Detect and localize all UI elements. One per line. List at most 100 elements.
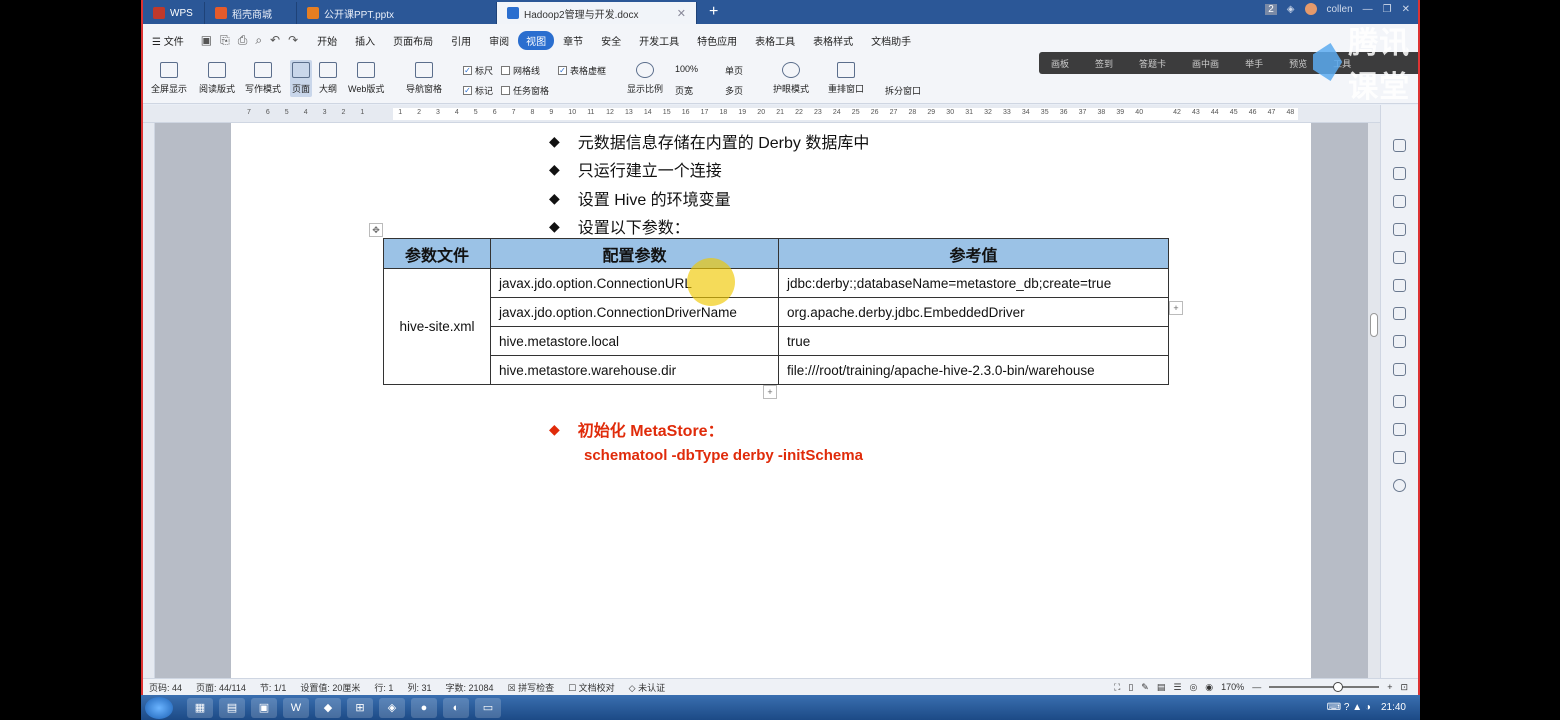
restore-icon[interactable]: ❐ (1383, 4, 1392, 15)
close-tab-icon[interactable]: ✕ (677, 7, 686, 20)
table-cell-param[interactable]: javax.jdo.option.ConnectionDriverName (490, 297, 779, 327)
fullscreen-button[interactable]: 全屏显示 (151, 62, 187, 95)
table-cell-param[interactable]: hive.metastore.local (490, 326, 779, 356)
minimize-icon[interactable]: — (1363, 4, 1373, 15)
preview-tool[interactable]: 预览 (1289, 57, 1307, 70)
file-menu[interactable]: ☰ 文件 (143, 33, 193, 48)
star-icon[interactable] (1393, 279, 1406, 292)
export-icon[interactable]: ⎘ (220, 33, 230, 48)
page-view-button[interactable]: 页面 (290, 60, 313, 97)
multi-page-button[interactable]: 多页 (725, 84, 743, 97)
skin-icon[interactable]: ◈ (1287, 4, 1295, 15)
pip-tool[interactable]: 画中画 (1192, 57, 1219, 70)
taskbar-app-icon[interactable]: ▣ (251, 697, 277, 718)
table-move-handle[interactable]: ✥ (369, 223, 383, 237)
menu-special[interactable]: 特色应用 (688, 33, 746, 48)
shapes-icon[interactable] (1393, 195, 1406, 208)
table-cell-value[interactable]: file:///root/training/apache-hive-2.3.0-… (778, 355, 1169, 385)
tray-icons[interactable]: ⌨ ? ▲ ◑ (1327, 702, 1371, 713)
single-page-button[interactable]: 单页 (725, 64, 743, 77)
menu-chapter[interactable]: 章节 (554, 33, 592, 48)
markup-checkbox[interactable]: ✓ 标记 (463, 84, 493, 97)
fullscreen-icon[interactable]: ⛶ (1114, 682, 1120, 693)
menu-view[interactable]: 视图 (518, 30, 555, 50)
print-icon[interactable]: ⎙ (238, 33, 248, 48)
fit-page-icon[interactable]: ⊡ (1400, 682, 1408, 693)
menu-dev-tools[interactable]: 开发工具 (630, 33, 688, 48)
taskbar-network-icon[interactable]: ⊞ (347, 697, 373, 718)
taskbar-tool-icon[interactable]: ◆ (315, 697, 341, 718)
menu-security[interactable]: 安全 (592, 33, 630, 48)
zoom-slider[interactable] (1269, 682, 1380, 692)
add-row-handle[interactable]: + (763, 385, 777, 399)
image-icon[interactable] (1393, 395, 1406, 408)
taskbar-wps-icon[interactable]: W (283, 697, 309, 718)
horizontal-ruler[interactable]: 7 6 5 4 3 2 1 1 2 3 4 5 6 7 8 9 10 11 12 13 14 15 16 17 18 19 20 21… (143, 105, 1418, 123)
outline-button[interactable]: 大纲 (319, 62, 337, 95)
table-cell-value[interactable]: jdbc:derby:;databaseName=metastore_db;cr… (778, 268, 1169, 298)
avatar[interactable] (1304, 3, 1317, 15)
taskbar-firefox-icon[interactable]: ◐ (443, 697, 469, 718)
add-column-handle[interactable]: + (1169, 301, 1183, 315)
menu-home[interactable]: 开始 (308, 33, 346, 48)
tab-ppt[interactable]: 公开课PPT.pptx (297, 2, 497, 24)
clipboard-icon[interactable] (1393, 251, 1406, 264)
menu-references[interactable]: 引用 (442, 33, 480, 48)
outline-view-icon[interactable]: ☰ (1173, 682, 1181, 693)
table-cell-file[interactable]: hive-site.xml (383, 268, 491, 385)
write-mode-button[interactable]: 写作模式 (245, 62, 281, 95)
user-name[interactable]: collen (1327, 4, 1353, 15)
arrange-windows-button[interactable]: 重排窗口 (828, 62, 864, 95)
status-word-count[interactable]: 字数: 21084 (445, 681, 493, 694)
nav-pane-button[interactable]: 导航窗格 (406, 62, 442, 95)
menu-doc-assistant[interactable]: 文档助手 (862, 33, 920, 48)
spell-check-button[interactable]: ☒ 拼写检查 (507, 681, 554, 694)
menu-table-tools[interactable]: 表格工具 (746, 33, 804, 48)
save-icon[interactable]: ▣ (201, 33, 212, 48)
zoom-out-icon[interactable]: — (1252, 682, 1261, 692)
zoom-level[interactable]: 170% (1221, 682, 1244, 692)
whiteboard-tool[interactable]: 画板 (1051, 57, 1069, 70)
zoom-in-icon[interactable]: + (1387, 682, 1392, 692)
undo-icon[interactable]: ↶ (270, 33, 280, 48)
page-width-button[interactable]: 页宽 (675, 84, 693, 97)
vertical-scrollbar[interactable] (1368, 123, 1380, 678)
table-cell-value[interactable]: org.apache.derby.jdbc.EmbeddedDriver (778, 297, 1169, 327)
proofread-button[interactable]: ☐ 文档校对 (568, 681, 615, 694)
backup-icon[interactable] (1393, 363, 1406, 376)
certification-status[interactable]: ◇ 未认证 (629, 681, 665, 694)
select-icon[interactable] (1393, 167, 1406, 180)
vertical-ruler[interactable] (143, 123, 155, 678)
close-window-icon[interactable]: ✕ (1402, 4, 1410, 15)
read-mode-button[interactable]: 阅读版式 (199, 62, 235, 95)
read-view-icon[interactable]: ▯ (1128, 682, 1133, 693)
zoom-button[interactable]: 显示比例 (627, 62, 663, 95)
menu-page-layout[interactable]: 页面布局 (384, 33, 442, 48)
tab-docer-store[interactable]: 稻壳商城 (205, 2, 297, 24)
preview-icon[interactable]: ⌕ (255, 33, 262, 48)
table-cell-param[interactable]: hive.metastore.warehouse.dir (490, 355, 779, 385)
tab-wps[interactable]: WPS (143, 2, 205, 24)
taskbar-explorer-icon[interactable]: ▦ (187, 697, 213, 718)
taskbar-folder-icon[interactable]: ▤ (219, 697, 245, 718)
answer-card-tool[interactable]: 答题卡 (1139, 57, 1166, 70)
web-view-icon[interactable]: ◎ (1189, 682, 1197, 693)
history-icon[interactable] (1393, 451, 1406, 464)
redo-icon[interactable]: ↷ (288, 33, 298, 48)
table-cell-value[interactable]: true (778, 326, 1169, 356)
table-cell-param[interactable]: javax.jdo.option.ConnectionURL (490, 268, 779, 298)
start-button[interactable] (145, 696, 173, 719)
ruler-checkbox[interactable]: ✓ 标尺 (463, 64, 493, 77)
checkin-tool[interactable]: 签到 (1095, 57, 1113, 70)
settings-icon[interactable] (1393, 223, 1406, 236)
menu-table-style[interactable]: 表格样式 (804, 33, 862, 48)
eye-care-button[interactable]: 护眼模式 (773, 62, 809, 95)
compass-icon[interactable] (1393, 423, 1406, 436)
translate-icon[interactable] (1393, 335, 1406, 348)
pen-tool-icon[interactable] (1393, 139, 1406, 152)
taskbar-monitor-icon[interactable]: ▭ (475, 697, 501, 718)
taskbar-shield-icon[interactable]: ◈ (379, 697, 405, 718)
tab-docx[interactable]: Hadoop2管理与开发.docx ✕ (497, 2, 697, 24)
split-window-button[interactable]: 拆分窗口 (885, 84, 921, 97)
web-layout-button[interactable]: Web版式 (348, 62, 384, 95)
